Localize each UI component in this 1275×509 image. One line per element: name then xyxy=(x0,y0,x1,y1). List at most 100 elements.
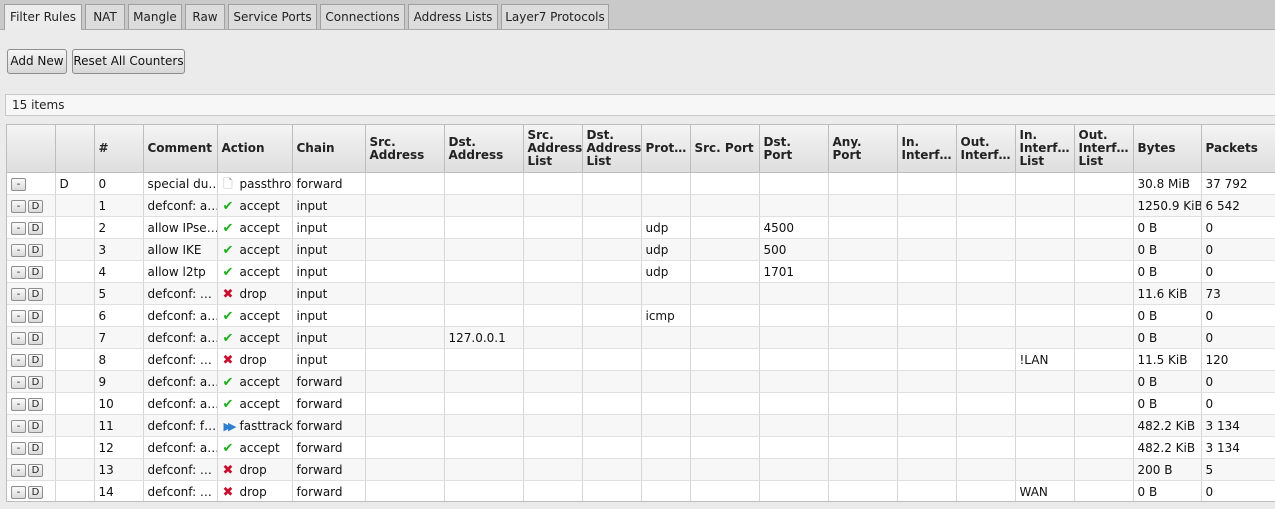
rule-packets: 3 134 xyxy=(1201,414,1275,437)
rule-src-list xyxy=(523,480,583,501)
column-header-comment[interactable]: Comment xyxy=(143,125,218,173)
column-header-out-interface[interactable]: Out. Interf… xyxy=(956,125,1016,173)
disable-rule-button[interactable]: D xyxy=(28,287,43,301)
tab-address-lists[interactable]: Address Lists xyxy=(408,4,498,29)
disable-rule-button[interactable]: D xyxy=(28,419,43,433)
tab-filter-rules[interactable]: Filter Rules xyxy=(4,4,82,30)
rule-in-iface xyxy=(897,238,957,261)
table-row[interactable]: - D 11 defconf: f… ▶▶ fasttrack forward 482.2 K… xyxy=(7,414,1275,437)
table-row[interactable]: - D0special du… 🗋 passthrouforward 30.8 MiB3… xyxy=(7,172,1275,195)
table-row[interactable]: - D 10 defconf: a… ✔ accept forward 0 B0 xyxy=(7,392,1275,415)
remove-rule-button[interactable]: - xyxy=(11,177,26,191)
rule-action-label: fasttrack xyxy=(239,418,292,433)
rule-dst-addr xyxy=(444,260,524,283)
disable-rule-button[interactable]: D xyxy=(28,309,43,323)
remove-rule-button[interactable]: - xyxy=(11,265,26,279)
column-header-dst-address[interactable]: Dst. Address xyxy=(444,125,524,173)
rule-packets: 0 xyxy=(1201,304,1275,327)
disable-rule-button[interactable]: D xyxy=(28,375,43,389)
column-header-bytes[interactable]: Bytes xyxy=(1133,125,1202,173)
rule-bytes: 0 B xyxy=(1133,238,1202,261)
tab-layer7-protocols[interactable]: Layer7 Protocols xyxy=(501,4,609,29)
tab-nat[interactable]: NAT xyxy=(85,4,125,29)
table-row[interactable]: - D 3 allow IKE ✔ accept input udp 500 0 B0 xyxy=(7,238,1275,261)
disable-rule-button[interactable]: D xyxy=(28,243,43,257)
table-row[interactable]: - D 7 defconf: a… ✔ accept input 127.0.0.1 0 B0 xyxy=(7,326,1275,349)
rule-action: ✖ drop xyxy=(217,458,293,481)
rule-out-iface-list xyxy=(1074,260,1134,283)
remove-rule-button[interactable]: - xyxy=(11,397,26,411)
rule-out-iface-list xyxy=(1074,194,1134,217)
rule-comment: defconf: a… xyxy=(143,304,218,327)
remove-rule-button[interactable]: - xyxy=(11,441,26,455)
rule-dst-port xyxy=(759,414,829,437)
column-header-src-address[interactable]: Src. Address xyxy=(365,125,445,173)
column-header-dst-port[interactable]: Dst. Port xyxy=(759,125,829,173)
column-header-any-port[interactable]: Any. Port xyxy=(828,125,898,173)
remove-rule-button[interactable]: - xyxy=(11,419,26,433)
column-header-packets[interactable]: Packets xyxy=(1201,125,1275,173)
rule-action: ✔ accept xyxy=(217,304,293,327)
column-header[interactable] xyxy=(55,125,95,173)
tab-raw[interactable]: Raw xyxy=(185,4,225,29)
table-row[interactable]: - D 13 defconf: … ✖ drop forward 200 B5 xyxy=(7,458,1275,481)
column-header-src-address-list[interactable]: Src. Address List xyxy=(523,125,583,173)
rule-in-iface-list xyxy=(1015,194,1075,217)
remove-rule-button[interactable]: - xyxy=(11,221,26,235)
table-row[interactable]: - D 14 defconf: … ✖ drop forward WAN 0 B0 xyxy=(7,480,1275,501)
rule-in-iface-list xyxy=(1015,172,1075,195)
remove-rule-button[interactable]: - xyxy=(11,331,26,345)
disable-rule-button[interactable]: D xyxy=(28,265,43,279)
disable-rule-button[interactable]: D xyxy=(28,331,43,345)
column-header-number[interactable]: # xyxy=(94,125,144,173)
tab-mangle[interactable]: Mangle xyxy=(128,4,182,29)
column-header-src-port[interactable]: Src. Port xyxy=(690,125,760,173)
disable-rule-button[interactable]: D xyxy=(28,397,43,411)
remove-rule-button[interactable]: - xyxy=(11,243,26,257)
table-row[interactable]: - D 4 allow l2tp ✔ accept input udp 1701 0 B0 xyxy=(7,260,1275,283)
column-header-in-interface[interactable]: In. Interf… xyxy=(897,125,957,173)
disable-rule-button[interactable]: D xyxy=(28,485,43,499)
remove-rule-button[interactable]: - xyxy=(11,485,26,499)
rule-proto xyxy=(641,348,691,371)
remove-rule-button[interactable]: - xyxy=(11,353,26,367)
disable-rule-button[interactable]: D xyxy=(28,221,43,235)
rule-dst-port xyxy=(759,326,829,349)
column-header-chain[interactable]: Chain xyxy=(292,125,366,173)
rule-packets: 73 xyxy=(1201,282,1275,305)
remove-rule-button[interactable]: - xyxy=(11,309,26,323)
column-header-in-interface-list[interactable]: In. Interf… List xyxy=(1015,125,1075,173)
tab-service-ports[interactable]: Service Ports xyxy=(228,4,317,29)
disable-rule-button[interactable]: D xyxy=(28,199,43,213)
remove-rule-button[interactable]: - xyxy=(11,287,26,301)
table-row[interactable]: - D 6 defconf: a… ✔ accept input icmp 0 B0 xyxy=(7,304,1275,327)
rule-number: 2 xyxy=(94,216,144,239)
remove-rule-button[interactable]: - xyxy=(11,375,26,389)
row-buttons: -D xyxy=(7,480,56,501)
disable-rule-button[interactable]: D xyxy=(28,441,43,455)
disable-rule-button[interactable]: D xyxy=(28,353,43,367)
table-row[interactable]: - D 8 defconf: … ✖ drop input !LAN 11.5 KiB 120 xyxy=(7,348,1275,371)
rule-chain: input xyxy=(292,326,366,349)
rule-in-iface-list xyxy=(1015,458,1075,481)
column-header-out-interface-list[interactable]: Out. Interf… List xyxy=(1074,125,1134,173)
table-row[interactable]: - D 5 defconf: … ✖ drop input 11.6 KiB 73 xyxy=(7,282,1275,305)
table-row[interactable]: - D 1 defconf: a… ✔ accept input 1250.9 KiB 6 54… xyxy=(7,194,1275,217)
tab-connections[interactable]: Connections xyxy=(320,4,405,29)
column-header-dst-address-list[interactable]: Dst. Address List xyxy=(582,125,642,173)
column-header-action[interactable]: Action xyxy=(217,125,293,173)
table-row[interactable]: - D 9 defconf: a… ✔ accept forward 0 B0 xyxy=(7,370,1275,393)
remove-rule-button[interactable]: - xyxy=(11,463,26,477)
table-row[interactable]: - D 2 allow IPse… ✔ accept input udp 4500 0 B0 xyxy=(7,216,1275,239)
rule-action: ✔ accept xyxy=(217,216,293,239)
disable-rule-button[interactable]: D xyxy=(28,463,43,477)
column-header-protocol[interactable]: Prot… xyxy=(641,125,691,173)
rule-any-port xyxy=(828,260,898,283)
rule-src-list xyxy=(523,348,583,371)
column-header[interactable] xyxy=(7,125,56,173)
table-row[interactable]: - D 12 defconf: a… ✔ accept forward 482.2 KiB 3 … xyxy=(7,436,1275,459)
remove-rule-button[interactable]: - xyxy=(11,199,26,213)
rule-dst-list xyxy=(582,282,642,305)
reset-all-counters-button[interactable]: Reset All Counters xyxy=(72,49,185,74)
add-new-button[interactable]: Add New xyxy=(7,49,67,74)
